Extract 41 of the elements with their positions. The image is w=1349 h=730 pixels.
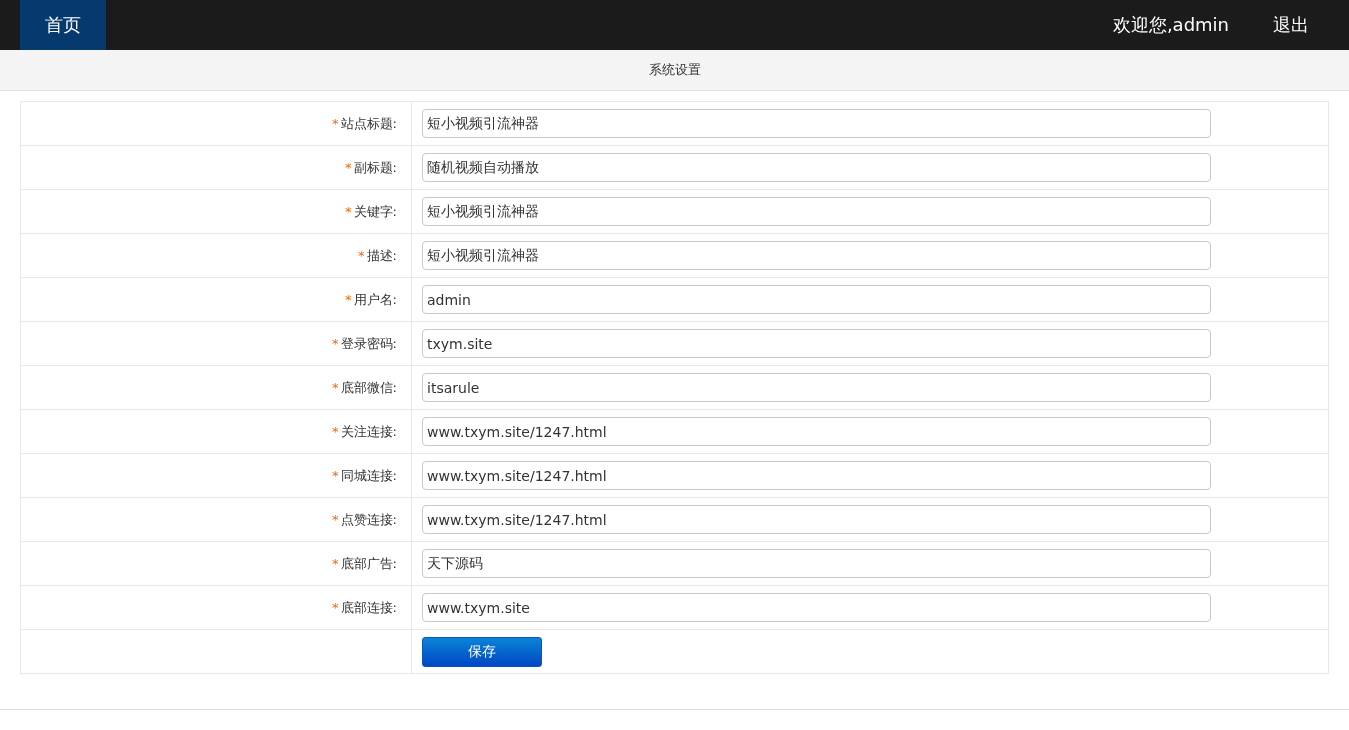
save-button[interactable]: 保存 bbox=[422, 636, 542, 667]
input-field[interactable]: 随机视频自动播放 bbox=[422, 153, 1211, 182]
required-mark: * bbox=[332, 336, 339, 351]
required-mark: * bbox=[345, 292, 352, 307]
input-field[interactable]: 短小视频引流神器 bbox=[422, 197, 1211, 226]
input-field[interactable]: 短小视频引流神器 bbox=[422, 109, 1211, 138]
input-field[interactable]: www.txym.site/1247.html bbox=[422, 417, 1211, 446]
input-field[interactable]: www.txym.site/1247.html bbox=[422, 505, 1211, 534]
logout-link[interactable]: 退出 bbox=[1273, 13, 1309, 37]
nav-tab[interactable]: 首页 bbox=[20, 0, 106, 50]
required-mark: * bbox=[332, 424, 339, 439]
required-mark: * bbox=[332, 556, 339, 571]
field-label: 点赞连接: bbox=[340, 510, 397, 529]
field-label: 描述: bbox=[366, 246, 397, 265]
input-field[interactable]: 天下源码 bbox=[422, 549, 1211, 578]
field-label: 底部连接: bbox=[340, 598, 397, 617]
field-label: 关注连接: bbox=[340, 422, 397, 441]
required-mark: * bbox=[358, 248, 365, 263]
required-mark: * bbox=[332, 600, 339, 615]
field-label: 关键字: bbox=[353, 202, 397, 221]
field-label: 登录密码: bbox=[340, 334, 397, 353]
field-label: 同城连接: bbox=[340, 466, 397, 485]
required-mark: * bbox=[345, 204, 352, 219]
field-label: 底部微信: bbox=[340, 378, 397, 397]
input-field[interactable]: admin bbox=[422, 285, 1211, 314]
required-mark: * bbox=[332, 380, 339, 395]
input-field[interactable]: 短小视频引流神器 bbox=[422, 241, 1211, 270]
input-field[interactable]: www.txym.site bbox=[422, 593, 1211, 622]
input-field[interactable]: www.txym.site/1247.html bbox=[422, 461, 1211, 490]
welcome-text: 欢迎您,admin bbox=[1112, 13, 1229, 37]
page-title: 系统设置 bbox=[648, 61, 701, 79]
field-label: 副标题: bbox=[353, 158, 397, 177]
field-label: 站点标题: bbox=[340, 114, 397, 133]
required-mark: * bbox=[332, 512, 339, 527]
field-label: 底部广告: bbox=[340, 554, 397, 573]
required-mark: * bbox=[332, 468, 339, 483]
required-mark: * bbox=[332, 116, 339, 131]
required-mark: * bbox=[345, 160, 352, 175]
field-label: 用户名: bbox=[353, 290, 397, 309]
input-field[interactable]: itsarule bbox=[422, 373, 1211, 402]
input-field[interactable]: txym.site bbox=[422, 329, 1211, 358]
